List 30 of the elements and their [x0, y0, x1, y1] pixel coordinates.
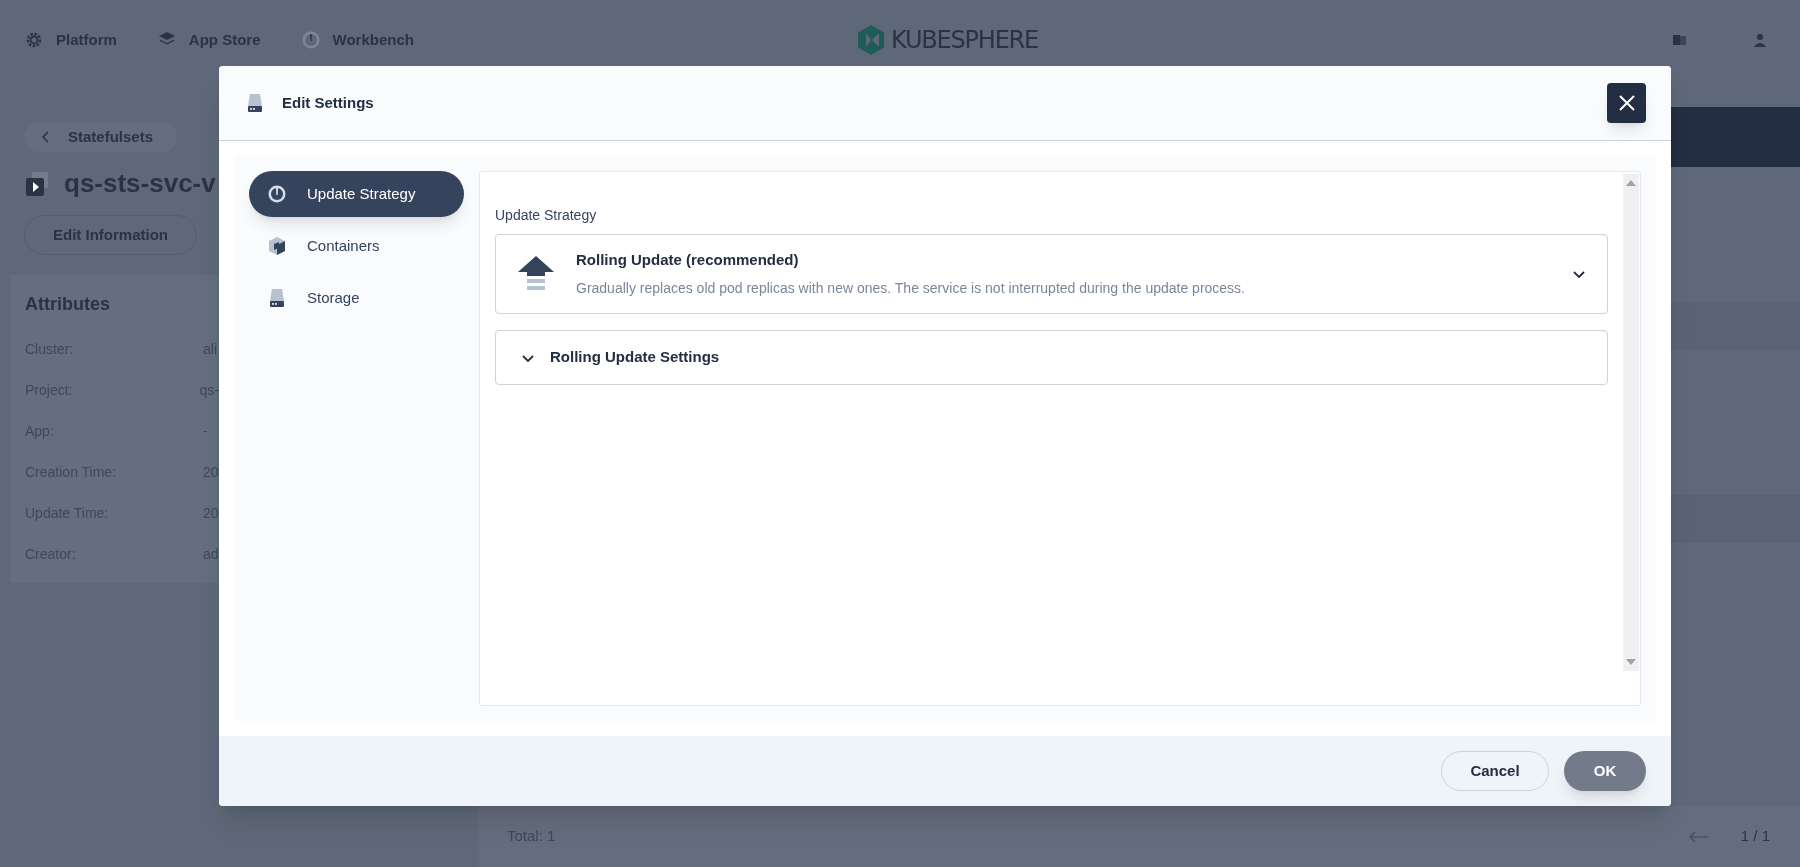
user-icon[interactable] — [1752, 32, 1768, 48]
page-indicator: 1 / 1 — [1740, 826, 1770, 847]
section-label: Update Strategy — [495, 206, 598, 225]
attributes-title: Attributes — [25, 293, 111, 316]
close-icon — [1616, 93, 1637, 113]
logo-icon — [855, 24, 887, 56]
option-title: Rolling Update (recommended) — [576, 250, 800, 271]
scrollbar[interactable] — [1623, 174, 1639, 671]
settings-accordion[interactable]: Rolling Update Settings — [495, 330, 1608, 385]
drive-icon — [267, 288, 287, 308]
drive-icon — [245, 91, 265, 115]
option-description: Gradually replaces old pod replicas with new ones. The service is not interrupted during the update process. — [576, 278, 1245, 298]
settings-tab[interactable]: Storage — [249, 275, 464, 321]
settings-tab[interactable]: Containers — [249, 223, 464, 269]
gauge-icon — [267, 184, 287, 204]
scroll-up-icon[interactable] — [1626, 180, 1636, 186]
cancel-button[interactable]: Cancel — [1441, 751, 1549, 791]
gauge-icon — [300, 30, 321, 50]
gear-icon — [24, 30, 44, 50]
book-icon[interactable] — [1672, 32, 1688, 48]
cube-icon — [267, 236, 287, 256]
close-button[interactable] — [1607, 83, 1646, 123]
settings-tab[interactable]: Update Strategy — [249, 171, 464, 217]
attribute-value: - — [203, 421, 208, 441]
strategy-option[interactable]: Rolling Update (recommended) Gradually replaces old pod replicas with new ones. The service is not interrupted during the update process. — [495, 234, 1608, 314]
previous-page-icon[interactable] — [1688, 830, 1709, 843]
ok-button[interactable]: OK — [1564, 751, 1646, 791]
back-icon — [40, 131, 52, 143]
scroll-down-icon[interactable] — [1626, 659, 1636, 665]
dialog-title: Edit Settings — [282, 92, 374, 113]
